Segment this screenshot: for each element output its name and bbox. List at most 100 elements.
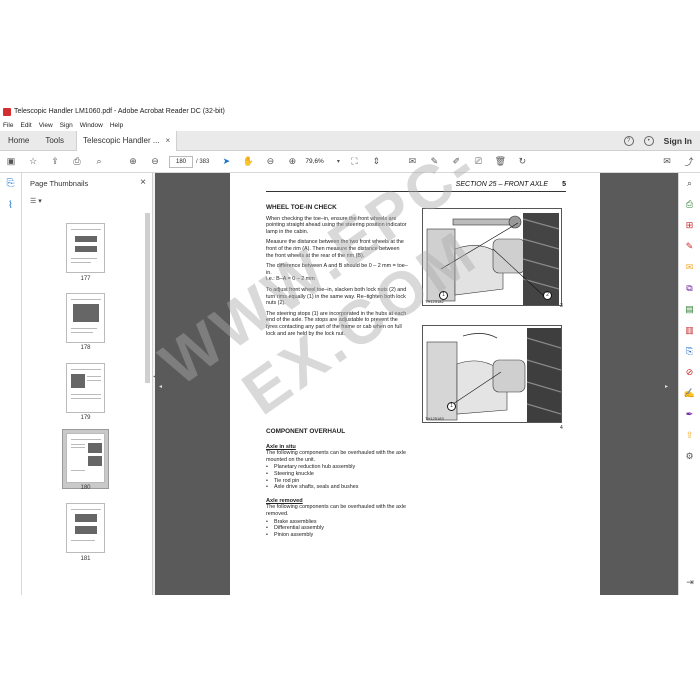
figure-steering-stop: 1 TH125183 bbox=[422, 325, 562, 423]
paragraph: The following components can be overhaul… bbox=[266, 450, 406, 463]
thumbnail-page-181[interactable] bbox=[66, 503, 105, 553]
search-icon[interactable]: ⌕ bbox=[679, 173, 700, 194]
callout-1: 1 bbox=[447, 402, 456, 411]
list-item: Tie rod pin bbox=[266, 478, 408, 485]
list-item: Axle drive shafts, seals and bushes bbox=[266, 484, 408, 491]
list-item: Steering knuckle bbox=[266, 471, 408, 478]
close-icon[interactable]: × bbox=[166, 136, 171, 145]
thumbnail-page-179[interactable] bbox=[66, 363, 105, 413]
toe-in-heading: WHEEL TOE-IN CHECK bbox=[266, 204, 337, 211]
thumbnail-options-menu[interactable]: ☰ ▾ bbox=[30, 197, 42, 205]
comment-icon[interactable]: ✉ bbox=[401, 156, 423, 167]
paragraph: The difference between A and B should be… bbox=[266, 263, 408, 276]
draw-icon[interactable]: ✐ bbox=[445, 156, 467, 167]
paragraph: The following components can be overhaul… bbox=[266, 504, 406, 517]
thumbnail-page-178[interactable] bbox=[66, 293, 105, 343]
acrobat-window: Telescopic Handler LM1060.pdf - Adobe Ac… bbox=[0, 103, 700, 595]
organize-pages-icon[interactable]: ▤ bbox=[679, 299, 700, 320]
rotate-icon[interactable]: ↻ bbox=[511, 156, 533, 167]
attachment-icon[interactable]: ⌇ bbox=[0, 195, 21, 217]
toe-in-text: WHEEL TOE-IN CHECK When checking the toe… bbox=[266, 204, 408, 341]
paragraph: To adjust front wheel toe–in, slacken bo… bbox=[266, 286, 407, 307]
page-total: / 383 bbox=[196, 158, 210, 165]
window-title: Telescopic Handler LM1060.pdf - Adobe Ac… bbox=[14, 108, 225, 115]
figure-number: 4 bbox=[560, 425, 563, 431]
menu-window[interactable]: Window bbox=[80, 122, 103, 129]
save-icon[interactable]: ▣ bbox=[0, 156, 22, 167]
chevron-down-icon[interactable]: ▾ bbox=[333, 158, 343, 165]
thumbnail-page-177[interactable] bbox=[66, 223, 105, 273]
pdf-page: SECTION 25 – FRONT AXLE 5 WHEEL TOE-IN C… bbox=[230, 173, 600, 595]
zoom-in-icon[interactable]: ⊕ bbox=[281, 156, 303, 167]
scroll-mode-icon[interactable]: ⇕ bbox=[365, 156, 387, 167]
send-file-icon[interactable]: ⇪ bbox=[679, 425, 700, 446]
mail-icon[interactable]: ✉ bbox=[656, 156, 678, 167]
edit-pdf-icon[interactable]: ✎ bbox=[679, 236, 700, 257]
share-icon[interactable]: ⤴ bbox=[678, 155, 700, 168]
combine-files-icon[interactable]: ⧉ bbox=[679, 278, 700, 299]
page-up-icon[interactable]: ⊕ bbox=[122, 156, 144, 167]
subheading: Axle in situ bbox=[266, 443, 296, 450]
star-icon[interactable]: ☆ bbox=[22, 156, 44, 167]
list-item: Pinion assembly bbox=[266, 532, 408, 539]
stamp-icon[interactable]: ⎚ bbox=[467, 156, 489, 167]
protect-icon[interactable]: ⊘ bbox=[679, 362, 700, 383]
select-cursor-icon[interactable]: ➤ bbox=[215, 156, 237, 167]
menu-file[interactable]: File bbox=[3, 122, 13, 129]
send-for-signature-icon[interactable]: ✒ bbox=[679, 404, 700, 425]
overhaul-heading: COMPONENT OVERHAUL bbox=[266, 428, 346, 435]
thumbnail-panel-title: Page Thumbnails bbox=[30, 179, 89, 188]
list-item: Brake assemblies bbox=[266, 519, 408, 526]
comment-icon[interactable]: ✉ bbox=[679, 257, 700, 278]
thumbnail-scrollbar[interactable] bbox=[145, 213, 150, 593]
fit-page-icon[interactable]: ⛶ bbox=[343, 156, 365, 167]
more-tools-icon[interactable]: ⚙ bbox=[679, 446, 700, 467]
subheading: Axle removed bbox=[266, 497, 303, 504]
sign-in-button[interactable]: Sign In bbox=[664, 136, 692, 146]
tab-home[interactable]: Home bbox=[0, 131, 37, 151]
close-icon[interactable]: × bbox=[140, 177, 146, 188]
section-title: SECTION 25 – FRONT AXLE bbox=[455, 181, 548, 188]
fill-sign-icon[interactable]: ✍ bbox=[679, 383, 700, 404]
delete-icon[interactable]: 🗑 bbox=[489, 156, 511, 167]
tab-bar: Home Tools Telescopic Handler ... × ? • … bbox=[0, 130, 700, 151]
menu-sign[interactable]: Sign bbox=[60, 122, 73, 129]
redact-icon[interactable]: ▥ bbox=[679, 320, 700, 341]
menu-edit[interactable]: Edit bbox=[20, 122, 31, 129]
menu-help[interactable]: Help bbox=[110, 122, 123, 129]
menu-bar: File Edit View Sign Window Help bbox=[0, 120, 700, 131]
export-pdf-icon[interactable]: ⎙ bbox=[679, 194, 700, 215]
highlight-icon[interactable]: ✎ bbox=[423, 156, 445, 167]
hand-icon[interactable]: ✋ bbox=[237, 156, 259, 167]
upload-icon[interactable]: ⇪ bbox=[44, 156, 66, 167]
thumbnail-page-180[interactable] bbox=[66, 433, 105, 483]
tab-document[interactable]: Telescopic Handler ... × bbox=[76, 130, 178, 151]
menu-view[interactable]: View bbox=[39, 122, 53, 129]
search-icon[interactable]: ⌕ bbox=[88, 156, 110, 167]
thumbnail-label: 181 bbox=[80, 556, 91, 562]
create-pdf-icon[interactable]: ⊞ bbox=[679, 215, 700, 236]
thumbnail-label: 178 bbox=[80, 345, 91, 351]
zoom-out-icon[interactable]: ⊖ bbox=[259, 156, 281, 167]
toolbar: ▣ ☆ ⇪ ⎙ ⌕ ⊕ ⊖ 180 / 383 ➤ ✋ ⊖ ⊕ 79,6% ▾ … bbox=[0, 151, 700, 173]
paragraph: When checking the toe–in, ensure the fro… bbox=[266, 215, 407, 235]
page-down-icon[interactable]: ⊖ bbox=[144, 156, 166, 167]
thumbnail-label: 180 bbox=[80, 485, 91, 491]
help-icon[interactable]: ? bbox=[623, 135, 634, 146]
figure-tie-rod: 1 2 TH125182 bbox=[422, 208, 562, 306]
document-viewport[interactable]: ◂ SECTION 25 – FRONT AXLE 5 WHEEL TOE-IN… bbox=[155, 173, 678, 595]
tab-tools[interactable]: Tools bbox=[37, 131, 72, 151]
figure-code: TH125182 bbox=[425, 299, 444, 304]
collapse-right-icon[interactable]: ▸ bbox=[665, 383, 668, 390]
print-icon[interactable]: ⎙ bbox=[66, 156, 88, 167]
page-number-input[interactable]: 180 bbox=[169, 155, 193, 168]
callout-2: 2 bbox=[543, 291, 552, 300]
bell-icon[interactable]: • bbox=[643, 135, 654, 146]
collapse-left-icon[interactable]: ◂ bbox=[159, 383, 162, 390]
scan-ocr-icon[interactable]: ⎘ bbox=[679, 341, 700, 362]
right-tools-pane: ⌕ ⎙ ⊞ ✎ ✉ ⧉ ▤ ▥ ⎘ ⊘ ✍ ✒ ⇪ ⚙ ⇥ bbox=[678, 173, 700, 595]
page-thumbnails-icon[interactable]: ⎘ bbox=[0, 173, 21, 195]
expand-pane-icon[interactable]: ⇥ bbox=[679, 572, 700, 593]
zoom-select[interactable]: 79,6% bbox=[303, 156, 333, 168]
list-item: Differential assembly bbox=[266, 525, 408, 532]
